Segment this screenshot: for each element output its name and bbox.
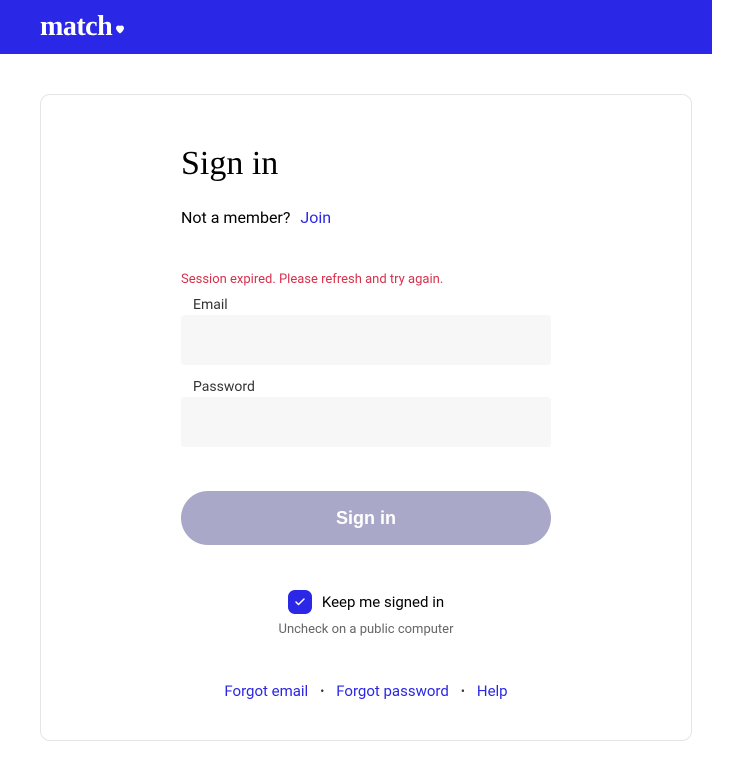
error-message: Session expired. Please refresh and try … (181, 272, 551, 287)
logo[interactable]: match (40, 11, 126, 43)
header-bar: match (0, 0, 712, 54)
separator-dot: • (461, 684, 465, 698)
forgot-password-link[interactable]: Forgot password (336, 682, 449, 700)
check-icon (294, 596, 306, 608)
not-member-row: Not a member? Join (181, 208, 551, 227)
signin-button[interactable]: Sign in (181, 491, 551, 545)
email-field[interactable] (181, 315, 551, 365)
heart-icon (114, 11, 126, 43)
footer-links: Forgot email • Forgot password • Help (181, 682, 551, 700)
keep-signed-label: Keep me signed in (322, 593, 444, 611)
password-label: Password (193, 379, 551, 395)
separator-dot: • (320, 684, 324, 698)
email-label: Email (193, 297, 551, 313)
keep-signed-checkbox[interactable] (288, 590, 312, 614)
password-field[interactable] (181, 397, 551, 447)
join-link[interactable]: Join (300, 208, 331, 227)
signin-card: Sign in Not a member? Join Session expir… (40, 94, 692, 741)
uncheck-note: Uncheck on a public computer (181, 622, 551, 637)
help-link[interactable]: Help (477, 682, 508, 700)
forgot-email-link[interactable]: Forgot email (224, 682, 308, 700)
logo-text: match (40, 11, 112, 43)
not-member-text: Not a member? (181, 208, 290, 227)
keep-signed-row: Keep me signed in (181, 590, 551, 614)
page-title: Sign in (181, 145, 551, 183)
